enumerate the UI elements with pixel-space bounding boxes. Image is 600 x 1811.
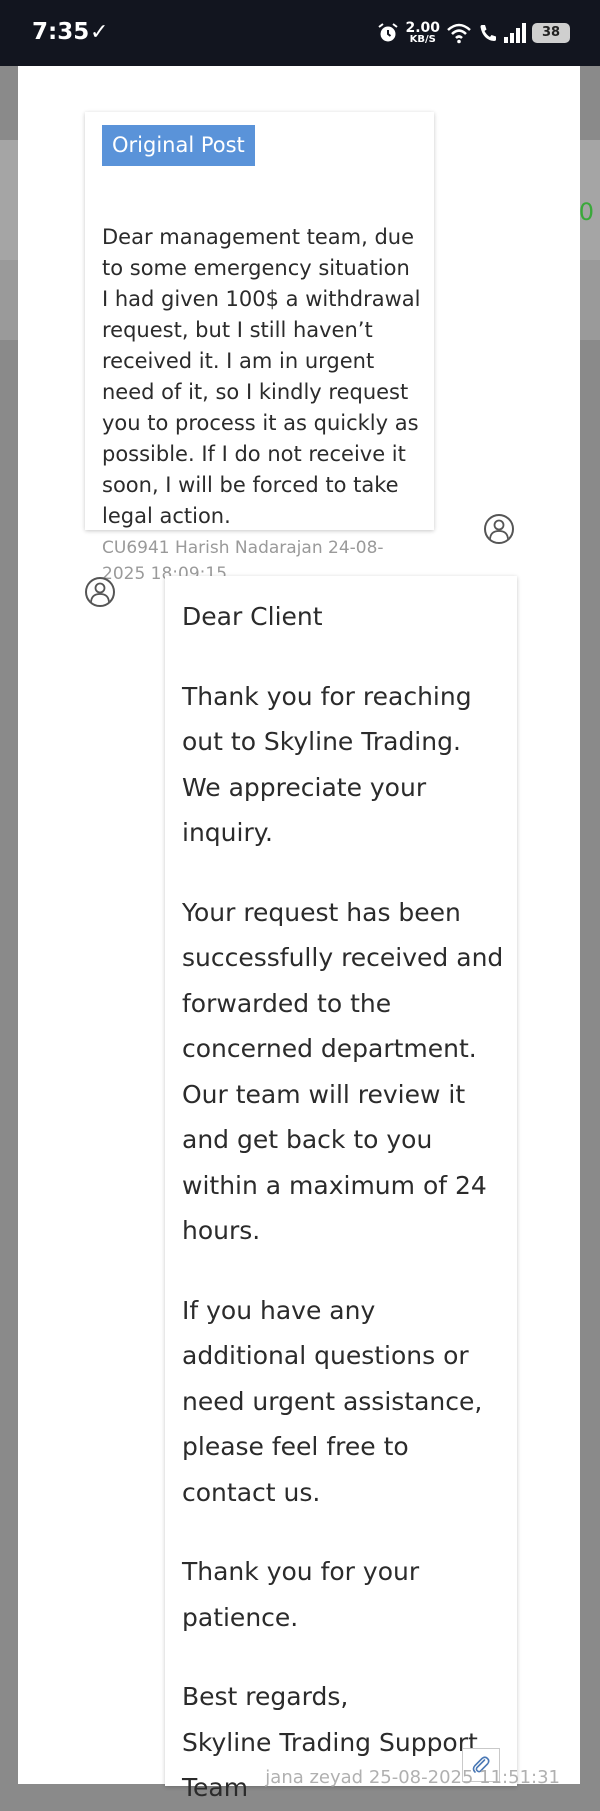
battery-icon: 38 [532,23,570,43]
client-avatar-icon [484,514,514,544]
status-time: 7:35 [32,19,90,45]
reply-paragraph-1: Thank you for reaching out to Skyline Tr… [182,681,472,848]
original-post-badge: Original Post [102,125,255,166]
download-done-icon: ✓ [90,20,109,45]
reply-card: Dear Client Thank you for reaching out t… [165,576,517,1802]
reply-signoff: Best regards, [182,1682,349,1711]
reply-signature: Best regards, Skyline Trading Support Te… [182,1674,507,1811]
reply-paragraph-2: Your request has been successfully recei… [182,897,504,1246]
original-post-body: Dear management team, due to some emerge… [102,225,421,528]
reply-paragraph-3: If you have any additional questions or … [182,1295,483,1507]
wifi-icon [447,23,471,44]
reply-meta: jana zeyad 25-08-2025 11:51:31 [265,1767,560,1788]
support-avatar-icon [85,577,115,607]
wifi-calling-icon [480,25,496,41]
alarm-icon [378,23,399,42]
network-speed: 2.00 KB/S [405,21,440,45]
status-bar: 7:35 ✓ 2.00 KB/S 38 [0,0,600,66]
background-edge-text: 0 [578,198,594,226]
reply-paragraph-4: Thank you for your patience. [182,1557,420,1632]
original-post-card: Original Post Dear management team, due … [85,112,434,584]
speed-value: 2.00 [405,20,440,36]
speed-unit: KB/S [409,34,436,45]
reply-signature-name: Skyline Trading Support Team [182,1727,478,1803]
status-icons: 2.00 KB/S 38 [377,18,570,48]
signal-icon [504,23,526,43]
reply-body: Dear Client Thank you for reaching out t… [182,594,507,1811]
conversation-modal: Original Post Dear management team, due … [18,66,580,1802]
reply-greeting: Dear Client [182,602,323,631]
